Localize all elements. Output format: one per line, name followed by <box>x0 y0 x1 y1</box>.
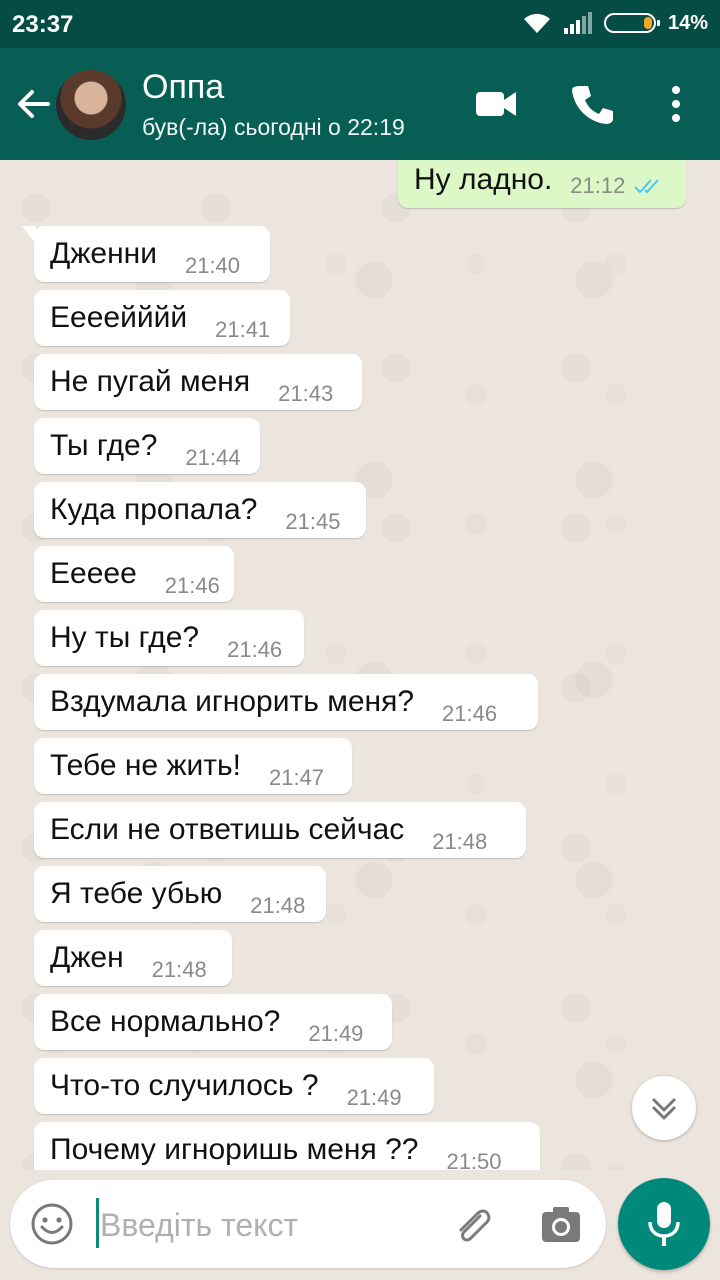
camera-icon[interactable] <box>538 1202 584 1248</box>
incoming-message[interactable]: Я тебе убью 21:48 <box>34 866 326 922</box>
message-time: 21:49 <box>346 1085 402 1110</box>
incoming-message[interactable]: Еееее 21:46 <box>34 546 234 602</box>
last-seen-status[interactable]: був(-ла) сьогодні о 22:19 <box>142 114 405 141</box>
message-time: 21:41 <box>215 317 271 342</box>
message-text: Дженни <box>50 237 157 270</box>
message-text: Тебе не жить! <box>50 749 241 782</box>
incoming-message[interactable]: Что-то случилось ? 21:49 <box>34 1058 434 1114</box>
incoming-message[interactable]: Куда пропала? 21:45 <box>34 482 366 538</box>
incoming-message[interactable]: Если не ответишь сейчас 21:48 <box>34 802 526 858</box>
battery-icon <box>603 13 660 33</box>
message-text: Вздумала игнорить меня? <box>50 685 415 718</box>
phone-icon[interactable] <box>568 80 616 128</box>
microphone-icon <box>648 1202 680 1246</box>
message-time: 21:43 <box>278 381 334 406</box>
voice-message-button[interactable] <box>618 1178 710 1270</box>
message-time: 21:46 <box>227 637 283 662</box>
message-text: Я тебе убью <box>50 877 223 910</box>
scroll-to-bottom-button[interactable] <box>632 1076 696 1140</box>
more-vert-icon[interactable] <box>652 80 700 128</box>
message-time: 21:48 <box>432 829 488 854</box>
message-time: 21:45 <box>285 509 341 534</box>
contact-name[interactable]: Оппа <box>142 68 224 107</box>
message-input[interactable] <box>98 1198 432 1252</box>
emoji-icon[interactable] <box>30 1202 74 1246</box>
message-composer <box>10 1180 606 1268</box>
incoming-message[interactable]: Ты где? 21:44 <box>34 418 260 474</box>
incoming-message[interactable]: Не пугай меня 21:43 <box>34 354 362 410</box>
incoming-message[interactable]: Eeeeйййй 21:41 <box>34 290 290 346</box>
message-text: Ну ты где? <box>50 621 200 654</box>
message-time: 21:50 <box>446 1149 502 1170</box>
status-time: 23:37 <box>12 11 74 38</box>
incoming-message[interactable]: Дженни 21:40 <box>22 226 270 282</box>
message-time: 21:48 <box>250 893 306 918</box>
message-time: 21:40 <box>184 253 241 278</box>
message-time: 21:46 <box>442 701 498 726</box>
attach-icon[interactable] <box>450 1202 496 1248</box>
avatar[interactable] <box>56 70 126 140</box>
message-time: 21:46 <box>164 573 220 598</box>
status-icons: 14% <box>522 11 708 35</box>
double-check-icon <box>634 179 660 194</box>
incoming-message[interactable]: Ну ты где? 21:46 <box>34 610 304 666</box>
incoming-message[interactable]: Джен 21:48 <box>34 930 232 986</box>
message-text: Еееее <box>50 557 137 590</box>
back-arrow-icon[interactable] <box>14 84 54 124</box>
battery-percent: 14% <box>667 11 708 34</box>
message-text: Куда пропала? <box>50 493 258 526</box>
video-call-icon[interactable] <box>472 80 520 128</box>
signal-icon <box>563 12 592 34</box>
chat-header: Оппа був(-ла) сьогодні о 22:19 <box>0 48 720 160</box>
chat-area[interactable]: Ну ладно. 21:12 Дженни 21:40 Eeeeйййй 21… <box>0 160 720 1170</box>
message-text: Ты где? <box>50 429 158 462</box>
message-time: 21:49 <box>308 1021 364 1046</box>
message-text: Джен <box>50 941 124 974</box>
incoming-message[interactable]: Почему игноришь меня ?? 21:50 <box>34 1122 540 1170</box>
message-time: 21:48 <box>151 957 207 982</box>
message-text: Ну ладно. <box>414 163 553 196</box>
message-text: Eeeeйййй <box>50 301 188 334</box>
message-time: 21:47 <box>268 765 325 790</box>
incoming-message[interactable]: Все нормально? 21:49 <box>34 994 392 1050</box>
message-time: 21:44 <box>185 445 241 470</box>
incoming-message[interactable]: Тебе не жить! 21:47 <box>34 738 352 794</box>
wifi-icon <box>523 13 550 33</box>
status-bar: 23:37 14% <box>0 0 720 48</box>
message-text: Почему игноришь меня ?? <box>50 1133 419 1166</box>
outgoing-message[interactable]: Ну ладно. 21:12 <box>398 160 686 208</box>
double-chevron-down-icon <box>652 1098 676 1120</box>
message-text: Все нормально? <box>50 1005 281 1038</box>
message-time: 21:12 <box>570 173 626 198</box>
message-text: Не пугай меня <box>50 365 251 398</box>
message-text: Если не ответишь сейчас <box>50 813 405 846</box>
message-text: Что-то случилось ? <box>50 1069 319 1102</box>
incoming-message[interactable]: Вздумала игнорить меня? 21:46 <box>34 674 538 730</box>
